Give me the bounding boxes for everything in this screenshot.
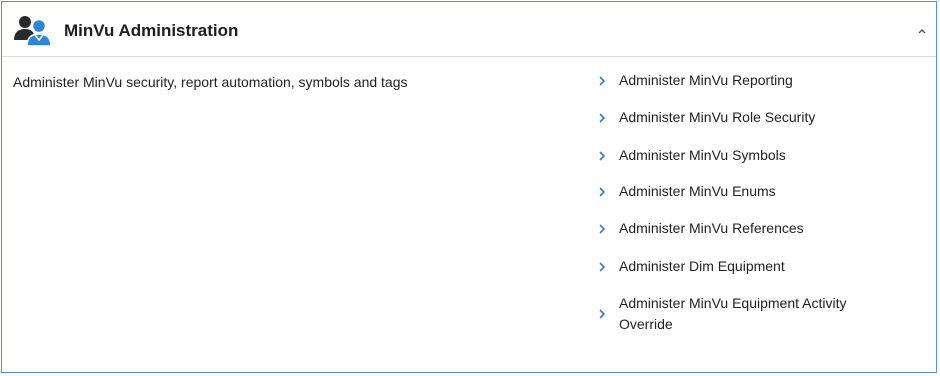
chevron-right-icon — [598, 222, 606, 234]
chevron-up-icon[interactable] — [916, 24, 928, 36]
admin-users-icon — [12, 14, 54, 47]
link-label: Administer MinVu Reporting — [619, 72, 793, 88]
link-label: Administer MinVu References — [619, 220, 804, 236]
minvu-administration-panel: MinVu Administration Administer MinVu se… — [1, 1, 937, 373]
panel-title: MinVu Administration — [64, 21, 239, 40]
link-label: Administer Dim Equipment — [619, 258, 785, 274]
chevron-right-icon — [598, 74, 606, 86]
chevron-right-icon — [598, 185, 606, 197]
link-label: Administer MinVu Equipment Activity Over… — [619, 295, 847, 332]
panel-header[interactable]: MinVu Administration — [2, 2, 936, 57]
chevron-right-icon — [598, 111, 606, 123]
chevron-right-icon — [598, 307, 606, 319]
panel-description: Administer MinVu security, report automa… — [13, 74, 408, 90]
chevron-right-icon — [598, 260, 606, 272]
link-label: Administer MinVu Symbols — [619, 147, 786, 163]
link-label: Administer MinVu Enums — [619, 183, 776, 199]
link-label: Administer MinVu Role Security — [619, 109, 816, 125]
chevron-right-icon — [598, 149, 606, 161]
